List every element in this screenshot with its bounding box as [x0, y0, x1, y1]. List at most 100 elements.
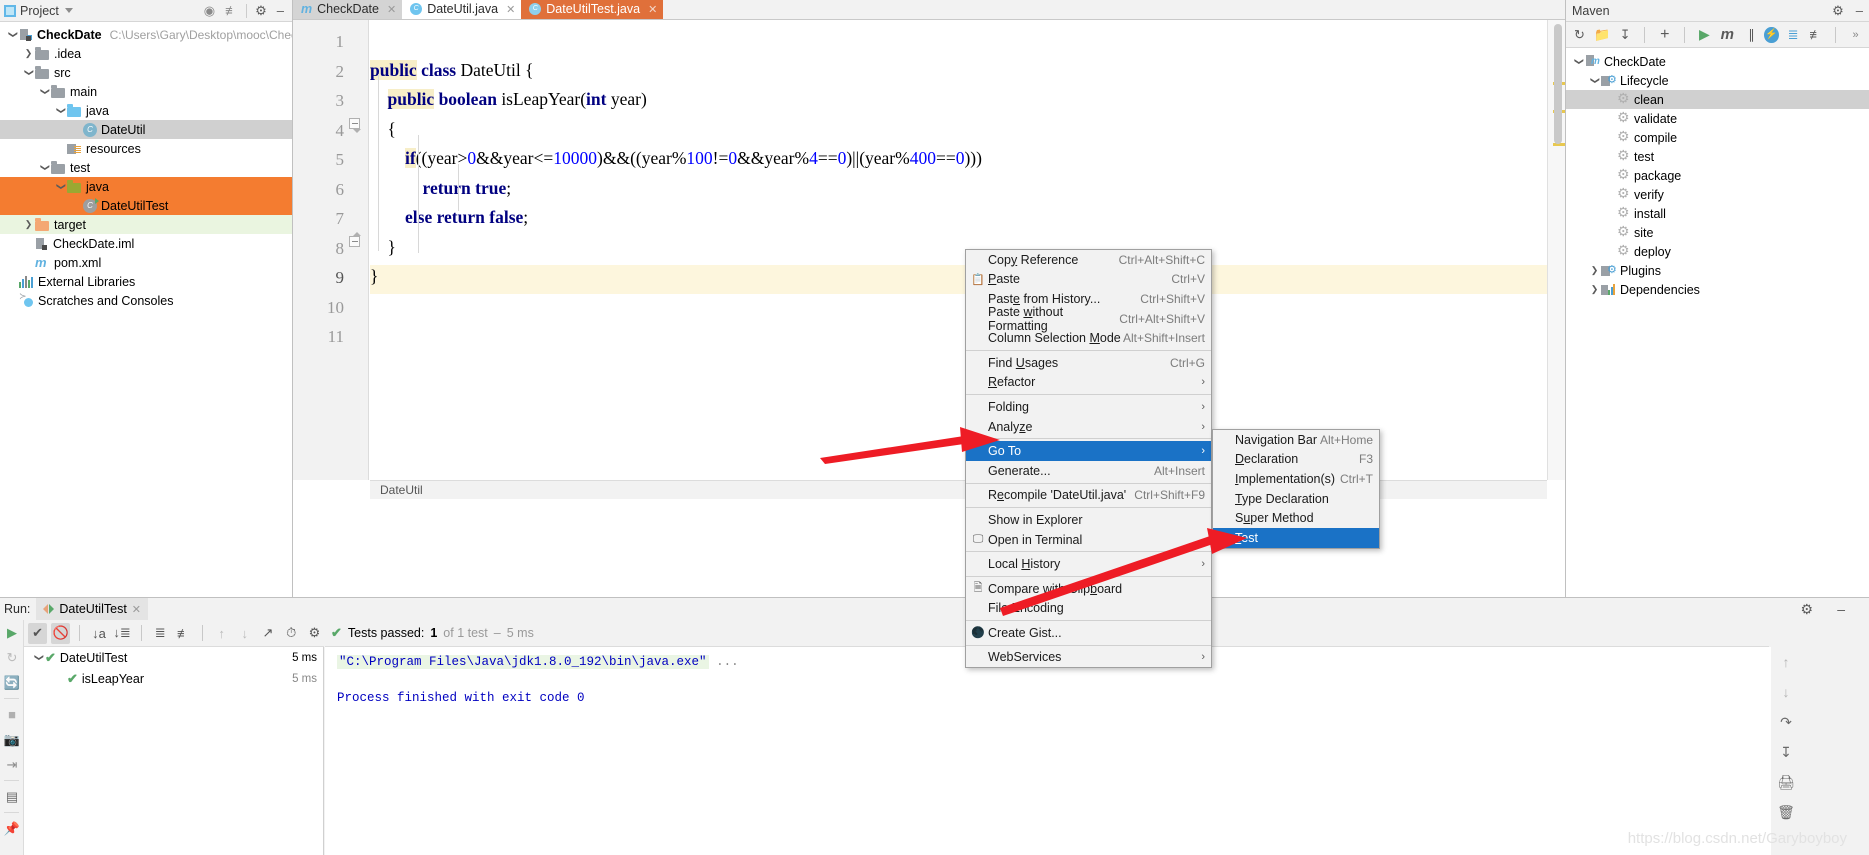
history-icon[interactable]: ⏱: [282, 623, 301, 644]
menu-item-webservices[interactable]: WebServices ›: [966, 648, 1211, 668]
editor-tab-bar[interactable]: m CheckDate ✕ C DateUtil.java ✕ C DateUtilTest.…: [293, 0, 1565, 20]
run-left-rail[interactable]: ▶ ↻ 🔄 ■ 📷 ⇥ ▤ 📌: [0, 620, 24, 855]
layout-icon[interactable]: ▤: [0, 784, 24, 809]
next-failed-icon[interactable]: ↓: [235, 623, 254, 644]
maven-tree-item-clean[interactable]: clean: [1566, 90, 1869, 109]
maven-tree-item-plugins[interactable]: Plugins: [1566, 261, 1869, 280]
maven-tree-item-deploy[interactable]: deploy: [1566, 242, 1869, 261]
sort-duration-icon[interactable]: ↓≣: [113, 623, 132, 644]
run-tab-dateutiltest[interactable]: DateUtilTest ✕: [36, 598, 149, 620]
chevron-right-icon[interactable]: [22, 48, 35, 59]
test-tree-item-dateutiltest[interactable]: ❯ ✔ DateUtilTest 5 ms: [24, 647, 323, 668]
test-tree-item-isleapyear[interactable]: ✔ isLeapYear 5 ms: [24, 668, 323, 689]
menu-item-analyze[interactable]: Analyze ›: [966, 417, 1211, 437]
maven-tree-item-checkdate[interactable]: CheckDate: [1566, 52, 1869, 71]
editor-tab-dateutiltest-java[interactable]: C DateUtilTest.java ✕: [521, 0, 664, 19]
editor-gutter[interactable]: 1 2 3 4 5 6 7 8 9 10 11: [293, 20, 369, 480]
menu-item-create-gist[interactable]: 🌑 Create Gist...: [966, 623, 1211, 643]
run-icon[interactable]: ▶: [1696, 25, 1713, 44]
chevron-down-icon[interactable]: [64, 8, 73, 13]
fold-toggle-icon[interactable]: [349, 117, 362, 133]
editor-tab-checkdate[interactable]: m CheckDate ✕: [293, 0, 403, 19]
add-module-icon[interactable]: 📁: [1594, 25, 1611, 44]
submenu-item-type-declaration[interactable]: Type Declaration: [1213, 489, 1379, 509]
test-toolbar[interactable]: ✔ 🚫 ↓​a ↓≣ ≣ ≢ ↑ ↓ ↗ ⏱ ⚙: [24, 620, 324, 647]
submenu-item-navigation-bar[interactable]: Navigation Bar Alt+Home: [1213, 430, 1379, 450]
chevron-down-icon[interactable]: [6, 29, 19, 40]
project-tree-item-external-libraries[interactable]: External Libraries: [0, 272, 292, 291]
menu-item-column-selection-mode[interactable]: Column Selection Mode Alt+Shift+Insert: [966, 328, 1211, 348]
submenu-item-super-method[interactable]: Super Method: [1213, 508, 1379, 528]
close-icon[interactable]: ✕: [648, 3, 657, 16]
maven-tree-item-site[interactable]: site: [1566, 223, 1869, 242]
rerun-failed-icon[interactable]: ↻: [0, 645, 24, 670]
gear-icon[interactable]: ⚙: [1832, 3, 1844, 19]
maven-tree-item-compile[interactable]: compile: [1566, 128, 1869, 147]
collapse-all-icon[interactable]: ≢: [174, 623, 193, 644]
menu-item-compare-with-clipboard[interactable]: 🗎 Compare with Clipboard: [966, 579, 1211, 599]
run-hide-icon[interactable]: ‒: [1837, 601, 1845, 617]
show-ignored-icon[interactable]: 🚫: [51, 622, 71, 644]
chevron-down-icon[interactable]: [38, 162, 51, 173]
run-settings-gear-icon[interactable]: ⚙: [1800, 601, 1813, 618]
chevron-down-icon[interactable]: [1572, 56, 1585, 67]
menu-item-paste-without-formatting[interactable]: Paste without Formatting Ctrl+Alt+Shift+V: [966, 305, 1211, 333]
editor-context-menu[interactable]: Copy Reference Ctrl+Alt+Shift+C 📋 Paste Ctrl…: [965, 249, 1212, 669]
menu-item-paste[interactable]: 📋 Paste Ctrl+V: [966, 270, 1211, 290]
chevron-down-icon[interactable]: [38, 86, 51, 97]
prev-failed-icon[interactable]: ↑: [212, 623, 231, 644]
soft-wrap-icon[interactable]: ↷: [1771, 707, 1801, 737]
settings-icon[interactable]: ⚙: [305, 623, 324, 644]
console-output[interactable]: "C:\Program Files\Java\jdk1.8.0_192\bin\…: [325, 647, 1771, 855]
console-right-rail[interactable]: ↑ ↓ ↷ ↧ 🖨 🗑: [1771, 647, 1869, 855]
maven-tree-item-lifecycle[interactable]: Lifecycle: [1566, 71, 1869, 90]
chevron-right-icon[interactable]: [1588, 265, 1601, 276]
chevron-down-icon[interactable]: [54, 181, 67, 192]
refresh-icon[interactable]: ↻: [1571, 25, 1588, 44]
project-tree-item-scratches-and-consoles[interactable]: Scratches and Consoles: [0, 291, 292, 310]
project-tree-item-pom-xml[interactable]: m pom.xml: [0, 253, 292, 272]
submenu-item-test[interactable]: Test: [1213, 527, 1379, 548]
run-icon[interactable]: ▶: [0, 620, 24, 645]
menu-item-local-history[interactable]: Local History ›: [966, 554, 1211, 574]
menu-item-generate[interactable]: Generate... Alt+Insert: [966, 461, 1211, 481]
maven-tree-item-dependencies[interactable]: Dependencies: [1566, 280, 1869, 299]
exit-icon[interactable]: ⇥: [0, 752, 24, 777]
submenu-item-declaration[interactable]: Declaration F3: [1213, 450, 1379, 470]
maven-toolbar[interactable]: ↻ 📁 ↧ + ▶ m ∥ ⚡ ≣ ≢ »: [1566, 22, 1869, 48]
dump-threads-icon[interactable]: 📷: [0, 727, 24, 752]
menu-item-folding[interactable]: Folding ›: [966, 397, 1211, 417]
menu-item-show-in-explorer[interactable]: Show in Explorer: [966, 510, 1211, 530]
project-tree[interactable]: CheckDate C:\Users\Gary\Desktop\mooc\Chec…: [0, 22, 292, 597]
project-tree-item-test[interactable]: test: [0, 158, 292, 177]
close-icon[interactable]: ✕: [506, 3, 515, 16]
menu-item-open-in-terminal[interactable]: 🖵 Open in Terminal: [966, 530, 1211, 550]
scroll-to-end-icon[interactable]: ↧: [1771, 737, 1801, 767]
project-tree-item-resources[interactable]: resources: [0, 139, 292, 158]
hide-icon[interactable]: ‒: [277, 3, 284, 18]
chevron-down-icon[interactable]: [22, 67, 35, 78]
restart-icon[interactable]: 🔄: [0, 670, 24, 695]
menu-item-go-to[interactable]: Go To ›: [966, 441, 1211, 461]
project-tree-item-checkdate[interactable]: CheckDate C:\Users\Gary\Desktop\mooc\Chec…: [0, 25, 292, 44]
project-tree-item-java[interactable]: java: [0, 101, 292, 120]
up-icon[interactable]: ↑: [1771, 647, 1801, 677]
fold-toggle-icon[interactable]: [349, 231, 362, 249]
submenu-item-implementation-s[interactable]: Implementation(s) Ctrl+T: [1213, 469, 1379, 489]
menu-item-find-usages[interactable]: Find Usages Ctrl+G: [966, 353, 1211, 373]
menu-item-refactor[interactable]: Refactor ›: [966, 373, 1211, 393]
menu-item-recompile-dateutil-java[interactable]: Recompile 'DateUtil.java' Ctrl+Shift+F9: [966, 486, 1211, 506]
project-tree-item-dateutiltest[interactable]: C DateUtilTest: [0, 196, 292, 215]
sort-alpha-icon[interactable]: ↓​a: [89, 623, 108, 644]
chevron-down-icon[interactable]: [54, 105, 67, 116]
menu-item-file-encoding[interactable]: File Encoding: [966, 599, 1211, 619]
project-tree-item-main[interactable]: main: [0, 82, 292, 101]
export-icon[interactable]: ↗: [258, 623, 277, 644]
chevron-right-icon[interactable]: [1588, 284, 1601, 295]
print-icon[interactable]: 🖨: [1771, 767, 1801, 797]
project-tree-item-java[interactable]: java: [0, 177, 292, 196]
maven-tree-item-test[interactable]: test: [1566, 147, 1869, 166]
chevron-down-icon[interactable]: [1588, 75, 1601, 86]
expand-all-icon[interactable]: ≣: [151, 623, 170, 644]
collapse-all-icon[interactable]: ≢: [225, 3, 238, 18]
